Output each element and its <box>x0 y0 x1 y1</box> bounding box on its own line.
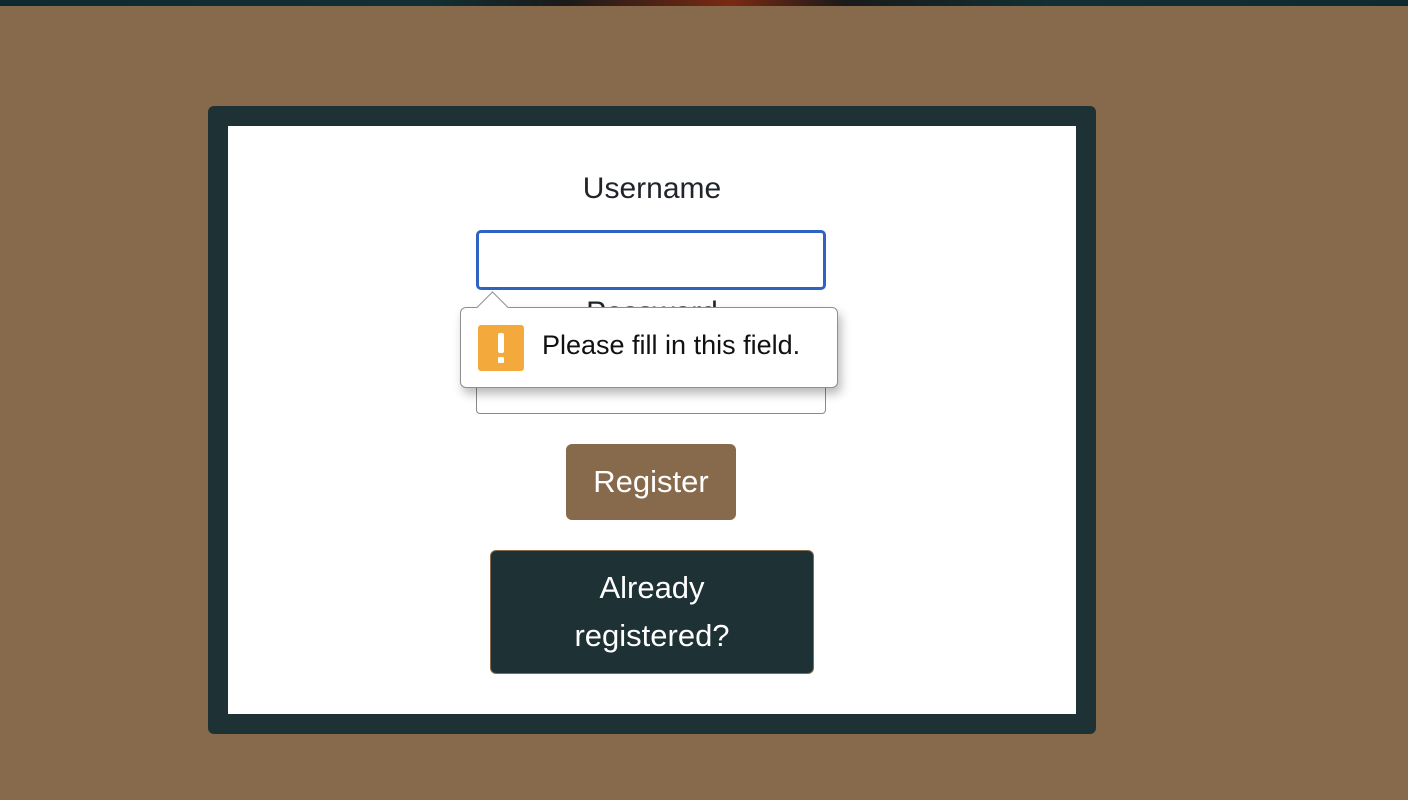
validation-tooltip: Please fill in this field. <box>460 291 838 388</box>
register-card-frame: Username Password Register Already regis… <box>208 106 1096 734</box>
already-registered-button[interactable]: Already registered? <box>490 550 814 674</box>
warning-icon <box>478 325 524 371</box>
header-image-strip <box>0 0 1408 6</box>
username-label: Username <box>582 172 722 205</box>
register-button[interactable]: Register <box>566 444 736 520</box>
register-form: Username Password Register Already regis… <box>228 126 1076 714</box>
validation-message: Please fill in this field. <box>542 330 801 360</box>
username-input[interactable] <box>476 230 826 290</box>
